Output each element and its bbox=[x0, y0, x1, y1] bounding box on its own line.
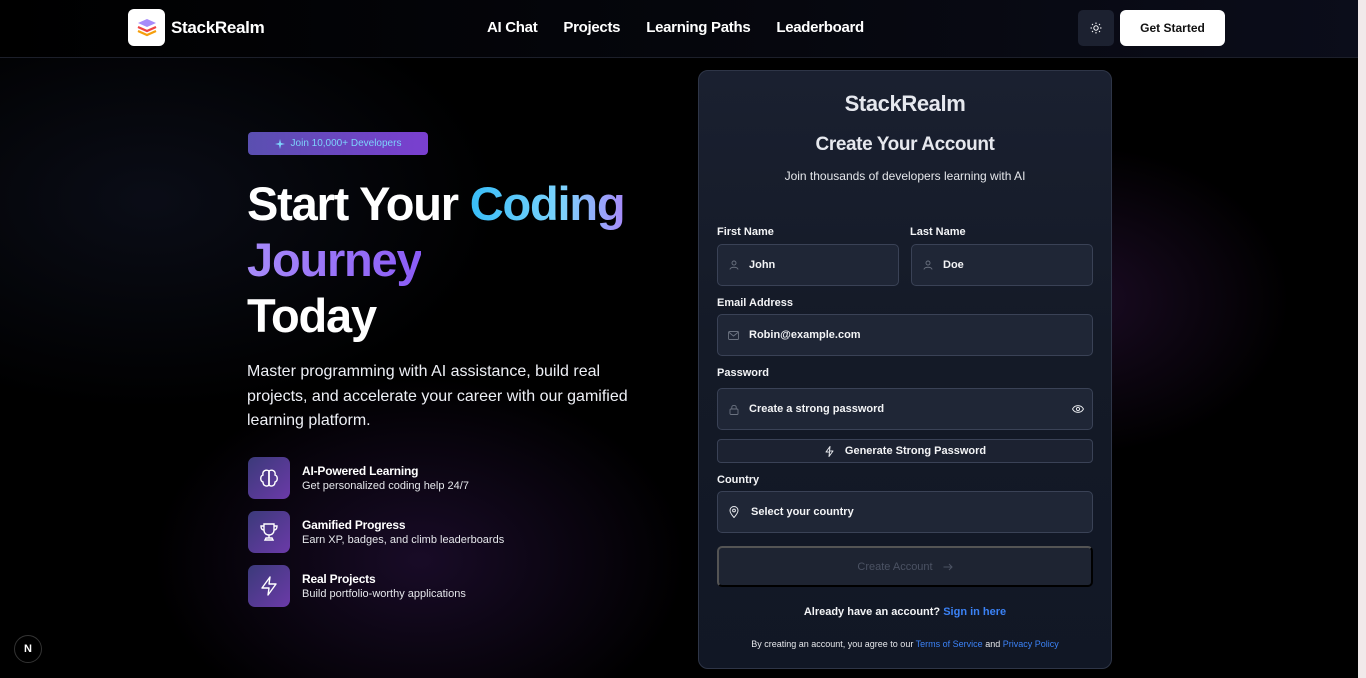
country-select[interactable]: Select your country bbox=[717, 491, 1093, 533]
nav-leaderboard[interactable]: Leaderboard bbox=[776, 19, 864, 36]
hero-title: Start Your Coding Journey Today bbox=[247, 176, 626, 344]
card-title: Create Your Account bbox=[815, 134, 995, 155]
trophy-icon bbox=[260, 523, 278, 541]
feature-subtitle: Get personalized coding help 24/7 bbox=[302, 480, 469, 492]
first-name-label: First Name bbox=[717, 226, 774, 238]
brand-name[interactable]: StackRealm bbox=[171, 18, 265, 38]
feature-title: Gamified Progress bbox=[302, 518, 406, 532]
signin-text: Already have an account? bbox=[803, 606, 941, 618]
main-nav: AI Chat Projects Learning Paths Leaderbo… bbox=[487, 19, 864, 36]
signin-link[interactable]: Sign in here bbox=[943, 606, 1006, 618]
generate-password-label: Generate Strong Password bbox=[844, 445, 987, 457]
stack-logo-icon bbox=[137, 18, 156, 36]
last-name-field[interactable]: Doe bbox=[911, 244, 1093, 286]
sparkles-icon bbox=[274, 138, 285, 149]
user-icon bbox=[728, 260, 739, 271]
feature-icon-box bbox=[248, 565, 290, 607]
map-pin-icon bbox=[728, 506, 739, 518]
nav-projects[interactable]: Projects bbox=[563, 19, 620, 36]
title-part-coding: Coding bbox=[469, 177, 626, 230]
lightning-icon bbox=[261, 576, 277, 596]
feature-subtitle: Build portfolio-worthy applications bbox=[302, 588, 466, 600]
last-name-label: Last Name bbox=[910, 226, 966, 238]
nav-learning-paths[interactable]: Learning Paths bbox=[646, 19, 750, 36]
privacy-link[interactable]: Privacy Policy bbox=[1003, 639, 1059, 649]
password-placeholder: Create a strong password bbox=[749, 403, 885, 415]
logo[interactable] bbox=[128, 9, 165, 46]
get-started-button[interactable]: Get Started bbox=[1120, 10, 1225, 46]
first-name-field[interactable]: John bbox=[717, 244, 899, 286]
create-account-button[interactable]: Create Account bbox=[717, 546, 1093, 587]
feature-title: AI-Powered Learning bbox=[302, 464, 419, 478]
country-label: Country bbox=[717, 474, 760, 486]
terms-prefix: By creating an account, you agree to our bbox=[751, 639, 914, 649]
terms-notice: By creating an account, you agree to our… bbox=[699, 639, 1111, 649]
title-part-today: Today bbox=[247, 289, 377, 342]
user-icon bbox=[922, 260, 933, 271]
feature-icon-box bbox=[248, 511, 290, 553]
nav-ai-chat[interactable]: AI Chat bbox=[487, 19, 538, 36]
feature-ai-learning: AI-Powered Learning Get personalized cod… bbox=[248, 457, 469, 499]
generate-password-button[interactable]: Generate Strong Password bbox=[717, 439, 1093, 463]
mail-icon bbox=[728, 330, 739, 341]
card-brand: StackRealm bbox=[844, 91, 966, 116]
framework-dev-badge[interactable]: N bbox=[14, 635, 42, 663]
email-label: Email Address bbox=[717, 297, 794, 309]
show-password-icon[interactable] bbox=[1071, 404, 1085, 417]
signin-prompt: Already have an account? Sign in here bbox=[699, 606, 1111, 618]
last-name-value: Doe bbox=[943, 259, 964, 271]
password-label: Password bbox=[717, 367, 769, 379]
lock-icon bbox=[728, 404, 739, 415]
email-value: Robin@example.com bbox=[749, 329, 861, 341]
sun-icon bbox=[1090, 22, 1102, 34]
arrow-right-icon bbox=[943, 563, 953, 570]
hero-description: Master programming with AI assistance, b… bbox=[247, 363, 628, 429]
title-part-journey: Journey bbox=[247, 233, 423, 286]
page-scrollbar[interactable] bbox=[1358, 0, 1366, 678]
theme-toggle-button[interactable] bbox=[1078, 10, 1114, 46]
create-account-label: Create Account bbox=[857, 560, 933, 573]
feature-title: Real Projects bbox=[302, 572, 376, 586]
feature-gamified: Gamified Progress Earn XP, badges, and c… bbox=[248, 511, 504, 553]
terms-and: and bbox=[985, 639, 1001, 649]
title-part-white: Start Your bbox=[247, 177, 470, 230]
country-placeholder: Select your country bbox=[751, 506, 854, 518]
first-name-value: John bbox=[749, 259, 776, 271]
feature-icon-box bbox=[248, 457, 290, 499]
badge-label: Join 10,000+ Developers bbox=[290, 138, 402, 149]
card-subtitle: Join thousands of developers learning wi… bbox=[784, 169, 1026, 183]
signup-card: StackRealm Create Your Account Join thou… bbox=[698, 70, 1112, 669]
feature-real-projects: Real Projects Build portfolio-worthy app… bbox=[248, 565, 466, 607]
top-navbar: StackRealm AI Chat Projects Learning Pat… bbox=[0, 0, 1366, 58]
brain-icon bbox=[260, 469, 278, 487]
password-field[interactable]: Create a strong password bbox=[717, 388, 1093, 430]
lightning-icon bbox=[825, 445, 834, 457]
feature-subtitle: Earn XP, badges, and climb leaderboards bbox=[302, 534, 505, 546]
developers-badge: Join 10,000+ Developers bbox=[248, 132, 428, 155]
terms-link[interactable]: Terms of Service bbox=[916, 639, 983, 649]
email-field[interactable]: Robin@example.com bbox=[717, 314, 1093, 356]
